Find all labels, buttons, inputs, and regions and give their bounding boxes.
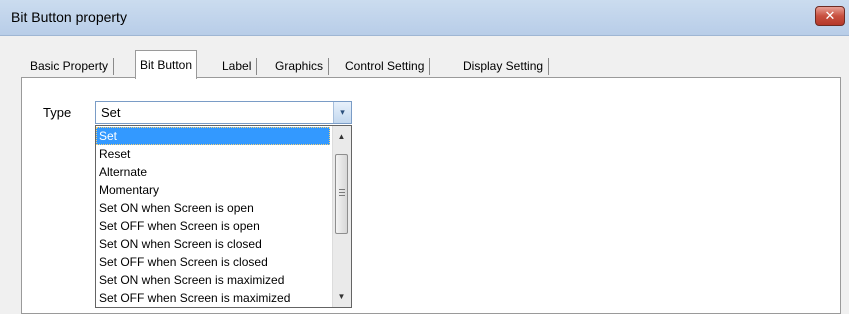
type-label: Type [43,105,72,120]
dropdown-option-set-on-open[interactable]: Set ON when Screen is open [96,199,330,217]
tab-bit-button[interactable]: Bit Button [135,50,198,79]
dropdown-option-alternate[interactable]: Alternate [96,163,330,181]
type-dropdown-list: Set Reset Alternate Momentary Set ON whe… [95,125,352,308]
dropdown-option-set-off-open[interactable]: Set OFF when Screen is open [96,217,330,235]
dropdown-option-set-on-maximized[interactable]: Set ON when Screen is maximized [96,271,330,289]
title-bar: Bit Button property ✕ [0,0,849,36]
dropdown-scrollbar[interactable]: ▲ ▼ [332,126,351,307]
grip-line-icon [339,192,345,193]
scroll-up-arrow-icon[interactable]: ▲ [333,128,350,145]
grip-line-icon [339,195,345,196]
chevron-down-icon[interactable]: ▾ [333,102,351,123]
tab-graphics[interactable]: Graphics [271,55,330,77]
tab-label[interactable]: Label [218,55,258,77]
dropdown-option-set-off-closed[interactable]: Set OFF when Screen is closed [96,253,330,271]
dropdown-option-reset[interactable]: Reset [96,145,330,163]
tab-basic-property[interactable]: Basic Property [26,55,115,77]
close-icon: ✕ [824,8,836,24]
tab-control-setting[interactable]: Control Setting [341,55,431,77]
grip-line-icon [339,189,345,190]
dropdown-option-set-on-closed[interactable]: Set ON when Screen is closed [96,235,330,253]
scroll-down-arrow-icon[interactable]: ▼ [333,288,350,305]
type-select-value: Set [101,105,121,120]
close-button[interactable]: ✕ [815,6,845,26]
tab-display-setting[interactable]: Display Setting [459,55,550,77]
type-select[interactable]: Set ▾ [95,101,352,124]
window-title: Bit Button property [11,9,127,25]
dropdown-option-set-off-maximized[interactable]: Set OFF when Screen is maximized [96,289,330,307]
dropdown-option-set[interactable]: Set [96,127,330,145]
dropdown-option-momentary[interactable]: Momentary [96,181,330,199]
scrollbar-thumb[interactable] [335,154,348,234]
